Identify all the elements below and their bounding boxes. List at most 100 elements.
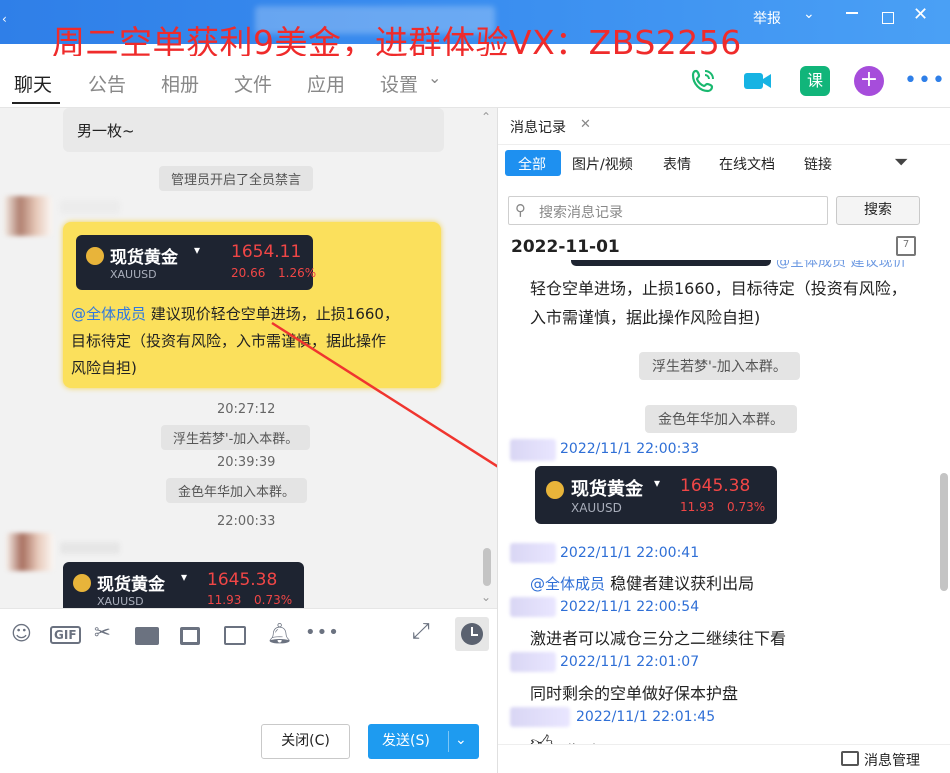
search-button[interactable]: 搜索 [836, 196, 920, 225]
quote-name: 现货黄金 [110, 248, 178, 268]
lesson-icon[interactable]: 课 [800, 66, 830, 96]
tab-album[interactable]: 相册 [161, 70, 199, 97]
tab-apps[interactable]: 应用 [307, 70, 345, 97]
quote-change: 20.66 [231, 266, 266, 280]
avatar[interactable] [6, 533, 54, 571]
send-button[interactable]: 发送(S) ⌄ [368, 724, 479, 759]
close-icon[interactable]: ✕ [580, 117, 591, 132]
filter-media[interactable]: 图片/视频 [572, 154, 633, 174]
maximize-icon[interactable] [882, 12, 894, 24]
time-label: 22:00:33 [217, 514, 276, 529]
tab-settings[interactable]: 设置 [380, 70, 418, 97]
caret-down-icon: ▾ [654, 476, 661, 490]
gold-coin-icon [86, 247, 104, 265]
message-line: 建议现价轻仓空单进场，止损1660， [146, 305, 399, 323]
message-manage-link[interactable]: 消息管理 [864, 750, 920, 770]
screen-record-icon[interactable] [180, 627, 200, 645]
expand-icon[interactable]: ⤢ [412, 619, 430, 644]
send-label: 发送(S) [382, 733, 430, 749]
quote-name: 现货黄金 [571, 479, 643, 500]
mention-all[interactable]: @全体成员 [530, 575, 605, 593]
sender-name-blurred [510, 652, 556, 672]
video-call-icon[interactable] [742, 66, 772, 96]
time-label: 20:27:12 [217, 402, 276, 417]
quote-card-cut [571, 260, 771, 266]
quote-card-xauusd[interactable]: 现货黄金 ▾ XAUUSD 1645.38 11.93 0.73% [63, 562, 304, 608]
message-text: 男一枚~ [77, 122, 135, 140]
clock-hand [471, 634, 478, 636]
add-app-icon[interactable]: + [854, 66, 884, 96]
collapse-icon[interactable]: ⌃ [481, 110, 491, 124]
avatar[interactable] [4, 196, 52, 236]
gif-icon[interactable]: GIF [50, 626, 81, 644]
history-list[interactable]: @全体成员 建议现价 轻仓空单进场，止损1660，目标待定（投资有风险， 入市需… [498, 260, 938, 770]
message-time: 2022/11/1 22:00:54 [560, 599, 700, 615]
message-line: 入市需谨慎，据此操作风险自担) [530, 308, 761, 327]
more-icon[interactable]: ••• [904, 68, 946, 93]
history-scrollbar[interactable] [940, 473, 948, 591]
history-tab[interactable]: 消息记录 ✕ [498, 108, 602, 144]
chevron-down-icon[interactable]: ⌄ [428, 68, 441, 87]
close-icon[interactable]: ✕ [913, 4, 928, 25]
gold-coin-icon [73, 574, 91, 592]
history-message: 激进者可以减仓三分之二继续往下看 [530, 629, 787, 648]
quote-percent: 1.26% [278, 266, 317, 280]
close-button[interactable]: 关闭(C) [261, 724, 350, 759]
image-icon[interactable] [224, 626, 246, 645]
message-input[interactable]: 关闭(C) 发送(S) ⌄ [0, 660, 497, 773]
sender-name-blurred [510, 597, 556, 617]
filter-stickers[interactable]: 表情 [663, 154, 691, 174]
quote-card-xauusd[interactable]: 现货黄金 ▾ XAUUSD 1645.38 11.93 0.73% [535, 466, 777, 524]
system-message: 金色年华加入本群。 [166, 478, 308, 503]
more-tools-icon[interactable]: ••• [305, 622, 340, 643]
time-label: 20:39:39 [217, 455, 276, 470]
quote-change: 11.93 [680, 500, 715, 514]
filter-links[interactable]: 链接 [804, 154, 832, 174]
folder-icon[interactable] [135, 627, 159, 645]
active-tab-indicator [12, 102, 60, 104]
chevron-down-icon[interactable]: ⌄ [803, 6, 815, 22]
report-button[interactable]: 举报 [753, 8, 781, 28]
search-input[interactable]: ⚲ 搜索消息记录 [508, 196, 828, 225]
date-header: 2022-11-01 [511, 237, 620, 257]
search-placeholder: 搜索消息记录 [539, 205, 623, 221]
sender-name-blurred [510, 707, 570, 727]
tab-chat[interactable]: 聊天 [14, 70, 52, 97]
tab-files[interactable]: 文件 [234, 70, 272, 97]
emoji-icon[interactable]: ☺ [11, 621, 32, 645]
chevron-down-icon[interactable]: ⌄ [455, 723, 467, 758]
quote-card-xauusd[interactable]: 现货黄金 ▾ XAUUSD 1654.11 20.66 1.26% [76, 235, 317, 290]
system-message: 金色年华加入本群。 [645, 405, 797, 433]
group-tab-bar: 聊天 公告 相册 文件 应用 设置 ⌄ 课 + ••• [0, 56, 950, 108]
history-toggle-button[interactable] [455, 617, 489, 651]
quote-percent: 0.73% [727, 500, 766, 514]
history-message: @全体成员 稳健者建议获利出局 [530, 570, 754, 594]
history-tab-label: 消息记录 [510, 120, 566, 136]
sender-name-blurred [510, 543, 556, 563]
message-manage-icon[interactable] [841, 751, 859, 766]
bell-icon[interactable]: 🔔︎ [267, 621, 292, 645]
minimize-icon[interactable] [846, 12, 858, 14]
back-icon[interactable]: ‹ [2, 12, 7, 26]
calendar-icon[interactable]: 7 [896, 236, 916, 256]
scissors-icon[interactable]: ✂ [94, 620, 111, 644]
mention-all[interactable]: @全体成员 [71, 305, 146, 323]
quote-price: 1645.38 [680, 476, 751, 496]
filter-icon[interactable]: ⏷ [894, 152, 908, 173]
highlighted-message: 现货黄金 ▾ XAUUSD 1654.11 20.66 1.26% @全体成员 … [63, 222, 441, 388]
tab-announcement[interactable]: 公告 [88, 70, 126, 97]
message-line: 目标待定（投资有风险，入市需谨慎，据此操作 [71, 332, 387, 350]
sender-name-blurred [60, 200, 120, 214]
message-line: 轻仓空单进场，止损1660，目标待定（投资有风险， [530, 279, 907, 298]
chat-scrollbar[interactable] [483, 548, 491, 586]
cut-line: @全体成员 建议现价 [776, 260, 907, 270]
voice-call-icon[interactable] [688, 66, 718, 96]
chevron-down-icon[interactable]: ⌄ [481, 590, 491, 604]
filter-docs[interactable]: 在线文档 [719, 154, 775, 174]
system-message: 浮生若梦'-加入本群。 [639, 352, 800, 380]
filter-label: 全部 [518, 157, 546, 173]
quote-code: XAUUSD [97, 595, 144, 608]
caret-down-icon: ▾ [181, 570, 188, 584]
message-line: 稳健者建议获利出局 [605, 574, 755, 593]
filter-all[interactable]: 全部 [505, 150, 561, 176]
